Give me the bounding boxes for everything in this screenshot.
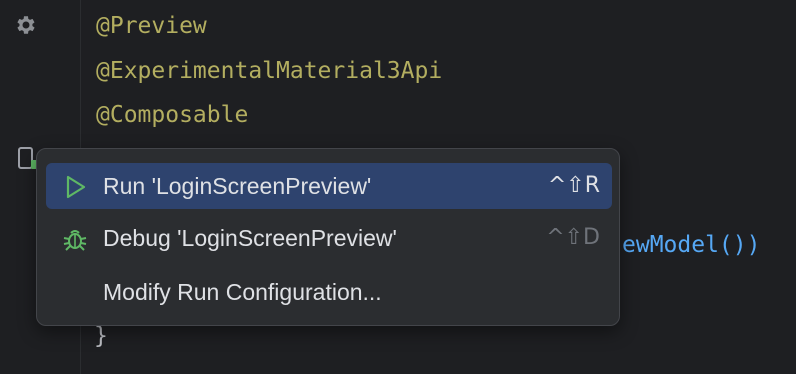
menu-item-run[interactable]: Run 'LoginScreenPreview' ^⇧R bbox=[46, 163, 612, 209]
code-line-composable-annotation: @Composable bbox=[96, 102, 249, 128]
gear-icon[interactable] bbox=[14, 13, 38, 37]
menu-item-debug[interactable]: Debug 'LoginScreenPreview' ^⇧D bbox=[46, 215, 612, 261]
code-line-preview-annotation: @Preview bbox=[96, 13, 207, 39]
menu-item-modify-run-configuration[interactable]: Modify Run Configuration... bbox=[46, 269, 612, 315]
menu-item-run-label: Run 'LoginScreenPreview' bbox=[103, 173, 372, 199]
menu-item-debug-shortcut: ^⇧D bbox=[546, 225, 600, 250]
debug-icon bbox=[63, 230, 87, 251]
menu-item-debug-label: Debug 'LoginScreenPreview' bbox=[103, 225, 397, 251]
run-configuration-popup: Run 'LoginScreenPreview' ^⇧R Debug 'Logi… bbox=[36, 148, 620, 326]
code-line-fragment: ewModel()) bbox=[622, 230, 760, 260]
code-line-experimental-annotation: @ExperimentalMaterial3Api bbox=[96, 58, 443, 84]
run-icon bbox=[66, 175, 86, 199]
code-viewmodel-fragment: ewModel()) bbox=[622, 232, 761, 258]
menu-item-run-shortcut: ^⇧R bbox=[547, 173, 600, 198]
menu-item-modify-label: Modify Run Configuration... bbox=[103, 279, 382, 305]
